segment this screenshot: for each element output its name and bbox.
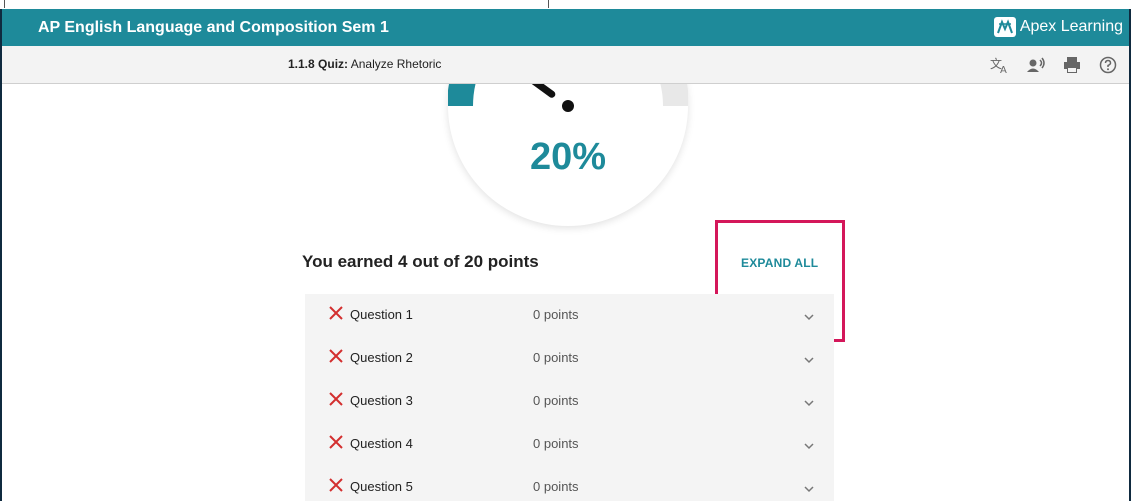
toolbar-icons: 文A <box>989 54 1119 76</box>
course-title: AP English Language and Composition Sem … <box>38 19 389 36</box>
chevron-down-icon[interactable] <box>803 398 815 408</box>
incorrect-icon <box>329 306 343 320</box>
quiz-toolbar: 1.1.8 Quiz: Analyze Rhetoric 文A <box>2 46 1129 84</box>
score-arc <box>448 84 476 107</box>
question-points: 0 points <box>533 393 579 408</box>
gauge-pivot <box>562 100 574 112</box>
strip-tick <box>4 0 5 8</box>
print-icon[interactable] <box>1061 54 1083 76</box>
strip-tick <box>548 0 549 8</box>
question-row[interactable]: Question 1 0 points <box>305 294 834 337</box>
gauge-needle <box>531 84 556 98</box>
chevron-down-icon[interactable] <box>803 484 815 494</box>
quiz-title: 1.1.8 Quiz: Analyze Rhetoric <box>288 57 441 71</box>
score-percent: 20% <box>529 136 607 178</box>
incorrect-icon <box>329 478 343 492</box>
read-aloud-icon[interactable] <box>1025 54 1047 76</box>
chevron-down-icon[interactable] <box>803 441 815 451</box>
question-points: 0 points <box>533 436 579 451</box>
chevron-down-icon[interactable] <box>803 312 815 322</box>
incorrect-icon <box>329 435 343 449</box>
question-points: 0 points <box>533 479 579 494</box>
course-header: AP English Language and Composition Sem … <box>2 9 1129 46</box>
activity-title: Analyze Rhetoric <box>350 57 442 71</box>
lesson-number: 1.1.8 <box>288 57 315 71</box>
activity-kind: Quiz: <box>318 57 349 71</box>
question-list: Question 1 0 points Question 2 0 points … <box>305 294 834 501</box>
top-strip <box>0 0 1131 9</box>
app-frame: AP English Language and Composition Sem … <box>0 9 1131 501</box>
help-icon[interactable] <box>1097 54 1119 76</box>
question-row[interactable]: Question 4 0 points <box>305 423 834 466</box>
question-label: Question 3 <box>350 393 413 408</box>
chevron-down-icon[interactable] <box>803 355 815 365</box>
incorrect-icon <box>329 392 343 406</box>
results-content: 20% You earned 4 out of 20 points EXPAND… <box>2 84 1129 501</box>
apex-logo-text: Apex Learning <box>1019 18 1123 35</box>
question-points: 0 points <box>533 307 579 322</box>
translate-icon[interactable]: 文A <box>989 54 1011 76</box>
apex-logo-icon <box>993 17 1016 37</box>
apex-logo: Apex Learning <box>993 17 1123 37</box>
score-gauge: 20% <box>448 84 688 226</box>
question-row[interactable]: Question 5 0 points <box>305 466 834 501</box>
incorrect-icon <box>329 349 343 363</box>
question-label: Question 2 <box>350 350 413 365</box>
question-label: Question 5 <box>350 479 413 494</box>
question-row[interactable]: Question 2 0 points <box>305 337 834 380</box>
svg-text:A: A <box>1000 65 1007 74</box>
question-row[interactable]: Question 3 0 points <box>305 380 834 423</box>
question-label: Question 4 <box>350 436 413 451</box>
points-earned: You earned 4 out of 20 points <box>302 252 539 271</box>
question-label: Question 1 <box>350 307 413 322</box>
question-points: 0 points <box>533 350 579 365</box>
page: AP English Language and Composition Sem … <box>0 0 1131 501</box>
